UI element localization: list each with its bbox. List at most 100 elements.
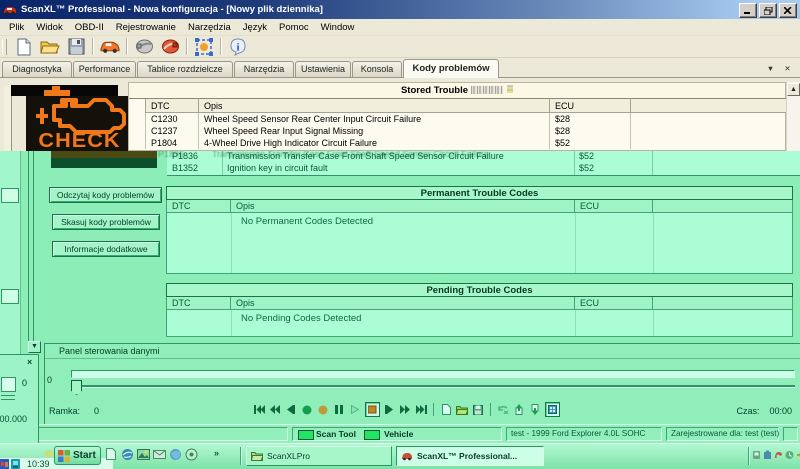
image-viewer-icon[interactable]: [136, 447, 150, 461]
tab-performance[interactable]: Performance: [73, 61, 136, 77]
fragment-close-icon[interactable]: ×: [27, 357, 32, 367]
tab-narzedzia[interactable]: Narzędzia: [234, 61, 294, 77]
content-area: CHECK Stored Trouble DTC Opis ECU C1230 …: [0, 78, 800, 151]
clear-codes-button[interactable]: Skasuj kody problemów: [52, 214, 160, 230]
browser-icon[interactable]: [168, 447, 182, 461]
menu-rejestrowanie[interactable]: Rejestrowanie: [110, 21, 182, 34]
menu-window[interactable]: Window: [315, 21, 361, 34]
toolbar-separator: [126, 38, 128, 55]
taskbar-button-scanxl-professional[interactable]: ScanXL™ Professional...: [396, 446, 544, 466]
step-forward-icon[interactable]: [383, 403, 396, 416]
undo-icon[interactable]: [497, 403, 510, 416]
vehicle-led: [364, 430, 380, 440]
minimize-button[interactable]: [739, 3, 757, 18]
col-opis[interactable]: Opis: [231, 297, 575, 309]
read-codes-button[interactable]: Odczytaj kody problemów: [49, 187, 162, 203]
settings-icon[interactable]: [545, 402, 560, 417]
left-fragment-panel: [0, 151, 21, 354]
info-icon[interactable]: i: [228, 37, 248, 56]
col-dtc[interactable]: DTC: [167, 297, 231, 309]
col-dtc[interactable]: DTC: [167, 200, 231, 212]
vehicle-info: test - 1999 Ford Explorer 4.0L SOHC: [511, 429, 645, 438]
slider-thumb[interactable]: [71, 380, 82, 395]
pause-display-icon[interactable]: [365, 402, 380, 417]
document-icon[interactable]: [104, 447, 118, 461]
fast-forward-icon[interactable]: [399, 403, 412, 416]
engine-icon-fragment: [52, 86, 60, 90]
internet-explorer-icon[interactable]: [120, 447, 134, 461]
stored-trouble-section: Stored Trouble DTC Opis ECU C1230 Wheel …: [128, 82, 786, 151]
tab-tablice-rozdzielcze[interactable]: Tablice rozdzielcze: [137, 61, 233, 77]
col-opis[interactable]: Opis: [231, 200, 575, 212]
stored-trouble-header: Stored Trouble: [129, 84, 785, 99]
new-file-icon[interactable]: [14, 37, 34, 56]
close-button[interactable]: [779, 3, 797, 18]
connect-icon[interactable]: [160, 37, 180, 56]
mail-icon[interactable]: [152, 447, 166, 461]
open-log-icon[interactable]: [456, 403, 469, 416]
new-log-icon[interactable]: [440, 403, 453, 416]
col-ecu[interactable]: ECU: [575, 297, 653, 309]
play-forward-icon[interactable]: [349, 403, 362, 416]
phone-icon[interactable]: [774, 450, 783, 460]
export-up-icon[interactable]: [513, 403, 526, 416]
tab-konsola[interactable]: Konsola: [352, 61, 402, 77]
table-row[interactable]: P1836 P1836 Transmission Transfer Case F…: [167, 151, 800, 163]
volume-icon[interactable]: [796, 450, 800, 460]
menu-narzedzia[interactable]: Narzędzia: [182, 21, 237, 34]
menu-widok[interactable]: Widok: [30, 21, 68, 34]
playback-progress[interactable]: [71, 370, 795, 378]
table-row[interactable]: P1804 4-Wheel Drive High Indicator Circu…: [146, 137, 787, 149]
record-icon[interactable]: [317, 403, 330, 416]
col-ecu[interactable]: ECU: [575, 200, 653, 212]
battery-icon[interactable]: [763, 450, 772, 460]
restore-button[interactable]: [759, 3, 777, 18]
vertical-scrollbar[interactable]: ▲: [786, 82, 800, 151]
col-opis[interactable]: Opis: [199, 99, 550, 113]
table-row[interactable]: C1230 Wheel Speed Sensor Rear Center Inp…: [146, 113, 787, 126]
scroll-up-icon[interactable]: ▲: [787, 83, 800, 96]
start-label: Start: [73, 450, 96, 461]
scroll-down-icon[interactable]: ▼: [28, 341, 41, 353]
menu-obd2[interactable]: OBD-II: [69, 21, 110, 34]
tab-kody-problemow[interactable]: Kody problemów: [403, 59, 499, 78]
tab-close-icon[interactable]: ✕: [781, 63, 794, 75]
menu-plik[interactable]: Plik: [3, 21, 30, 34]
toolbar: i: [0, 36, 800, 58]
save-file-icon[interactable]: [66, 37, 86, 56]
col-extra[interactable]: [631, 99, 787, 113]
scheduler-icon[interactable]: [785, 450, 794, 460]
quick-launch-overflow[interactable]: »: [214, 448, 219, 458]
table-row[interactable]: C1237 Wheel Speed Rear Input Signal Miss…: [146, 125, 787, 137]
quick-launch: [104, 447, 198, 461]
step-back-icon[interactable]: [285, 403, 298, 416]
tab-diagnostyka[interactable]: Diagnostyka: [2, 61, 72, 77]
col-dtc[interactable]: DTC: [146, 99, 199, 113]
selection-icon[interactable]: [194, 37, 214, 56]
table-row[interactable]: B1352 Ignition key in circuit fault $52: [167, 163, 800, 175]
open-file-icon[interactable]: [40, 37, 60, 56]
frame-counter: Ramka:0: [49, 406, 99, 416]
media-player-icon[interactable]: [184, 447, 198, 461]
play-icon[interactable]: [301, 403, 314, 416]
disconnect-icon[interactable]: [134, 37, 154, 56]
rewind-icon[interactable]: [269, 403, 282, 416]
tab-dropdown-icon[interactable]: ▼: [764, 63, 777, 75]
device-icon[interactable]: [752, 450, 761, 460]
menu-pomoc[interactable]: Pomoc: [273, 21, 315, 34]
tab-ustawienia[interactable]: Ustawienia: [295, 61, 351, 77]
data-panel-title: Panel sterowania danymi: [59, 346, 160, 356]
skip-to-start-icon[interactable]: [253, 403, 266, 416]
pause-icon[interactable]: [333, 403, 346, 416]
additional-info-button[interactable]: Informacje dodatkowe: [52, 241, 160, 257]
start-button[interactable]: Start: [54, 446, 101, 465]
title-bar[interactable]: ScanXL™ Professional - Nowa konfiguracja…: [0, 0, 800, 19]
slider-track[interactable]: [71, 385, 795, 388]
skip-to-end-icon[interactable]: [415, 403, 428, 416]
export-down-icon[interactable]: [529, 403, 542, 416]
col-ecu[interactable]: ECU: [550, 99, 631, 113]
vehicle-icon[interactable]: [100, 37, 120, 56]
taskbar-button-scanxlpro[interactable]: ScanXLPro: [246, 446, 392, 466]
menu-jezyk[interactable]: Język: [237, 21, 273, 34]
save-log-icon[interactable]: [472, 403, 485, 416]
